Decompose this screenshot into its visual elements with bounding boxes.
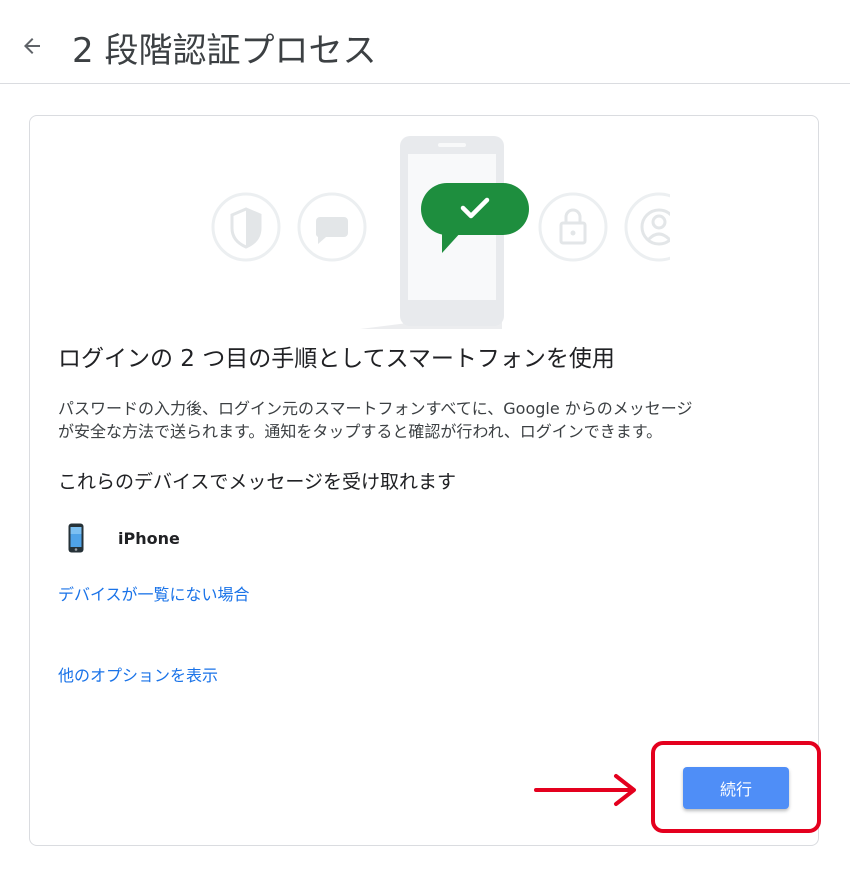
description: パスワードの入力後、ログイン元のスマートフォンすべてに、Google からのメッ… — [58, 397, 798, 443]
device-item: iPhone — [68, 521, 368, 557]
setup-card: ログインの 2 つ目の手順としてスマートフォンを使用 パスワードの入力後、ログイ… — [29, 115, 819, 846]
device-name: iPhone — [118, 529, 180, 548]
lock-icon — [538, 192, 608, 262]
continue-button[interactable]: 続行 — [683, 767, 789, 809]
smartphone-icon — [68, 523, 84, 553]
arrow-back-icon — [24, 38, 40, 54]
description-line: が安全な方法で送られます。通知をタップすると確認が行われ、ログインできます。 — [58, 422, 663, 441]
device-not-listed-link[interactable]: デバイスが一覧にない場合 — [58, 582, 250, 608]
page-header: 2 段階認証プロセス — [0, 0, 850, 84]
shield-icon — [211, 192, 281, 262]
description-line: パスワードの入力後、ログイン元のスマートフォンすべてに、Google からのメッ… — [58, 399, 693, 418]
account-icon — [624, 192, 694, 262]
chat-bubble-icon — [297, 192, 367, 262]
back-button[interactable] — [20, 34, 52, 70]
devices-heading: これらのデバイスでメッセージを受け取れます — [58, 471, 457, 493]
page-title: 2 段階認証プロセス — [72, 31, 377, 71]
headline: ログインの 2 つ目の手順としてスマートフォンを使用 — [58, 346, 615, 372]
more-options-link[interactable]: 他のオプションを表示 — [58, 663, 218, 689]
illustration — [180, 131, 694, 331]
